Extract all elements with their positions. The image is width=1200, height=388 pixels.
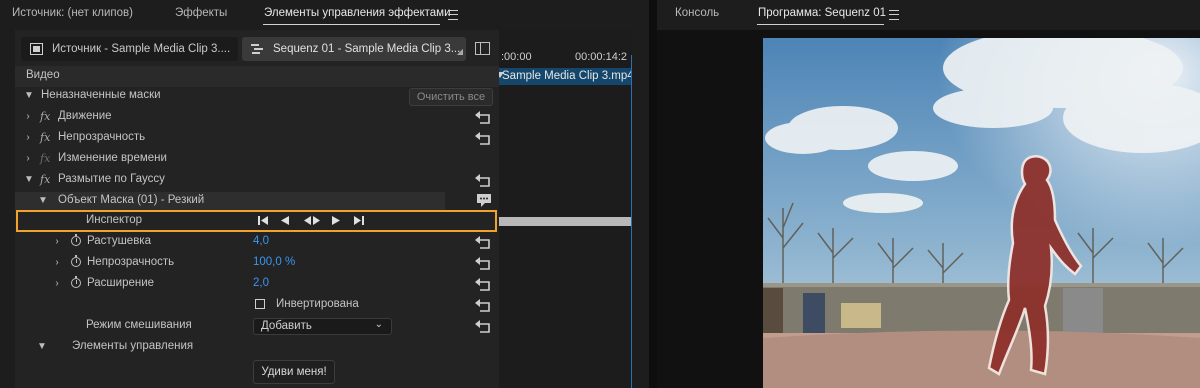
- mask-object-row[interactable]: ▼ Объект Маска (01) - Резкий: [15, 192, 445, 211]
- sequence-clip-tab-label: Sequenz 01 - Sample Media Clip 3....: [273, 43, 464, 55]
- surprise-me-button[interactable]: Удиви меня!: [253, 360, 335, 384]
- reset-icon[interactable]: [475, 132, 493, 146]
- timeline-clip[interactable]: Sample Media Clip 3.mp4: [499, 68, 632, 85]
- tab-console[interactable]: Консоль: [675, 7, 719, 19]
- inspector-highlight-box: [16, 210, 497, 232]
- section-video: Видео: [15, 66, 499, 87]
- param-label: Расширение: [87, 277, 155, 289]
- reset-icon[interactable]: [475, 278, 493, 292]
- timecode-start: :00:00: [501, 51, 532, 63]
- fx-icon[interactable]: fx: [40, 131, 50, 144]
- source-clip-tab-label: Источник - Sample Media Clip 3....: [52, 43, 231, 55]
- effect-row-opacity[interactable]: › fx Непрозрачность: [15, 128, 499, 149]
- chevron-right-icon[interactable]: ›: [51, 236, 63, 248]
- film-icon: [30, 43, 43, 55]
- left-tab-bar: Источник: (нет клипов) Эффекты Элементы …: [0, 0, 649, 27]
- unassigned-masks-label: Неназначенные маски: [41, 89, 161, 101]
- reset-icon[interactable]: [475, 174, 493, 188]
- effect-label: Размытие по Гауссу: [58, 173, 165, 185]
- source-clip-tab[interactable]: Источник - Sample Media Clip 3....: [21, 37, 238, 61]
- effect-row-motion[interactable]: › fx Движение: [15, 107, 499, 128]
- panel-divider[interactable]: [649, 0, 657, 388]
- effect-row-time-remap[interactable]: › fx Изменение времени: [15, 149, 499, 170]
- mask-track-bar[interactable]: [499, 217, 632, 226]
- tab-source[interactable]: Источник: (нет клипов): [12, 7, 133, 19]
- reset-icon[interactable]: [475, 111, 493, 125]
- inverted-checkbox[interactable]: [255, 299, 265, 309]
- reset-icon[interactable]: [475, 257, 493, 271]
- toggle-timeline-icon[interactable]: [475, 42, 490, 55]
- panel-menu-icon[interactable]: [889, 10, 899, 20]
- reset-icon[interactable]: [475, 236, 493, 250]
- chevron-right-icon[interactable]: ›: [22, 153, 34, 165]
- stopwatch-icon[interactable]: [71, 234, 81, 246]
- section-video-label: Видео: [26, 69, 60, 81]
- video-frame-image: [763, 38, 1200, 388]
- chevron-down-icon[interactable]: ▼: [23, 174, 35, 186]
- right-tab-bar: Консоль Программа: Sequenz 01: [657, 0, 1200, 27]
- param-label: Непрозрачность: [87, 256, 175, 268]
- fx-icon[interactable]: fx: [40, 152, 50, 165]
- tab-effect-controls[interactable]: Элементы управления эффектами: [264, 7, 451, 19]
- param-value[interactable]: 2,0: [253, 277, 269, 289]
- inverted-label: Инвертирована: [276, 298, 359, 310]
- chevron-down-icon[interactable]: ▼: [36, 341, 48, 353]
- fx-icon[interactable]: fx: [40, 173, 50, 186]
- sequence-icon: [251, 44, 263, 54]
- chevron-down-icon[interactable]: ▼: [23, 90, 35, 102]
- panel-menu-icon[interactable]: [448, 10, 458, 20]
- playhead[interactable]: [631, 55, 632, 388]
- chevron-right-icon[interactable]: ›: [51, 278, 63, 290]
- active-tab-underline: [263, 24, 440, 25]
- blend-mode-value: Добавить: [261, 320, 312, 332]
- active-tab-underline: [757, 24, 884, 25]
- chevron-right-icon[interactable]: ›: [22, 132, 34, 144]
- comment-icon[interactable]: [476, 193, 492, 208]
- resize-corner-icon: ◢: [456, 47, 463, 56]
- blend-mode-label: Режим смешивания: [86, 319, 192, 331]
- program-video-frame[interactable]: [763, 38, 1200, 388]
- effect-row-gaussian-blur[interactable]: ▼ fx Размытие по Гауссу: [15, 170, 499, 191]
- effect-label: Непрозрачность: [58, 131, 146, 143]
- param-row-expansion: › Расширение 2,0: [15, 274, 499, 295]
- mask-object-label: Объект Маска (01) - Резкий: [58, 194, 205, 206]
- chevron-down-icon[interactable]: ▼: [37, 195, 49, 207]
- reset-icon[interactable]: [475, 299, 493, 313]
- controls-section-label: Элементы управления: [72, 340, 194, 352]
- reset-icon[interactable]: [475, 320, 493, 334]
- chevron-down-icon: ⌄: [374, 319, 383, 330]
- param-label: Растушевка: [87, 235, 151, 247]
- param-row-opacity: › Непрозрачность 100,0 %: [15, 253, 499, 274]
- controls-section-row: ▼ Элементы управления: [15, 337, 499, 358]
- param-value[interactable]: 4,0: [253, 235, 269, 247]
- chevron-right-icon[interactable]: ›: [22, 111, 34, 123]
- tab-effects[interactable]: Эффекты: [175, 7, 227, 19]
- fx-icon[interactable]: fx: [40, 110, 50, 123]
- sequence-clip-tab[interactable]: Sequenz 01 - Sample Media Clip 3.... ◢: [242, 37, 466, 61]
- param-row-feather: › Растушевка 4,0: [15, 232, 499, 253]
- tab-program-monitor[interactable]: Программа: Sequenz 01: [758, 7, 886, 19]
- chevron-right-icon[interactable]: ›: [51, 257, 63, 269]
- effect-label: Движение: [58, 110, 112, 122]
- effect-label: Изменение времени: [58, 152, 167, 164]
- stopwatch-icon[interactable]: [71, 276, 81, 288]
- clear-all-button[interactable]: Очистить все: [409, 88, 493, 106]
- timecode-end: 00:00:14:2: [575, 51, 627, 63]
- stopwatch-icon[interactable]: [71, 255, 81, 267]
- blend-mode-select[interactable]: Добавить ⌄: [253, 318, 392, 335]
- param-value[interactable]: 100,0 %: [253, 256, 295, 268]
